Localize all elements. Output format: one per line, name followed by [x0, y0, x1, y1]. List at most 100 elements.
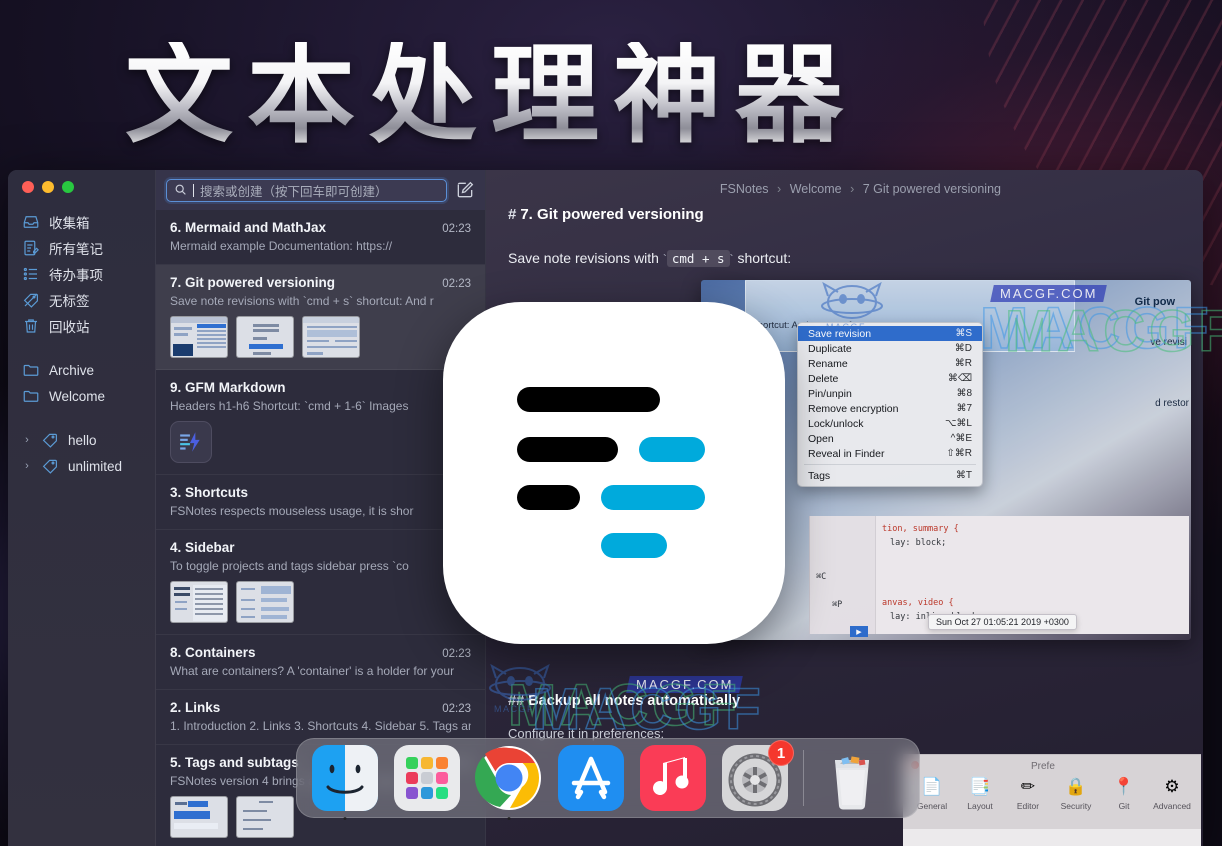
editor-icon: ✏	[1020, 777, 1036, 796]
context-menu[interactable]: Save revision ⌘S Duplicate ⌘D Rename ⌘R …	[797, 322, 983, 487]
dock-separator	[803, 750, 804, 806]
running-indicator	[343, 817, 347, 820]
thumbnail-menu-screenshot[interactable]	[170, 316, 228, 358]
menu-item-delete[interactable]: Delete ⌘⌫	[798, 371, 982, 386]
table-row[interactable]: 7. Git powered versioning 02:23 Save not…	[156, 265, 485, 370]
embedded-restore-label: d restor	[1155, 398, 1189, 409]
tab-label: Editor	[1016, 801, 1040, 811]
sidebar-item-welcome[interactable]: Welcome	[8, 383, 155, 409]
menu-item-label: Reveal in Finder	[808, 447, 885, 460]
disclosure-triangle-open[interactable]: ▶	[850, 626, 868, 637]
note-preview: 1. Introduction 2. Links 3. Shortcuts 4.…	[170, 719, 471, 733]
compose-icon[interactable]	[455, 180, 475, 200]
note-body-suffix: shortcut:	[737, 250, 792, 266]
page-title: 文本处理神器	[125, 33, 858, 158]
menu-item-save-revision[interactable]: Save revision ⌘S	[798, 326, 982, 341]
note-heading-2: ## Backup all notes automatically	[508, 693, 740, 709]
note-header: 7. Git powered versioning 02:23	[170, 275, 471, 290]
window-controls[interactable]	[8, 170, 155, 193]
sidebar-item-all-notes[interactable]: 所有笔记	[8, 235, 155, 261]
note-body-line: Save note revisions with ` cmd + s ` short…	[508, 250, 792, 267]
sidebar-item-label: unlimited	[68, 458, 123, 474]
note-header: 6. Mermaid and MathJax 02:23	[170, 220, 471, 235]
search-placeholder: 搜索或创建（按下回车即可创建）	[200, 183, 388, 199]
thumbnail-tags-sidebar-screenshot[interactable]	[236, 796, 294, 838]
menu-item-reveal-in-finder[interactable]: Reveal in Finder ⇧⌘R	[798, 446, 982, 461]
thumbnail-sidebar-prefs-screenshot[interactable]	[236, 581, 294, 623]
tab-advanced[interactable]: ⚙ Advanced	[1149, 775, 1195, 811]
table-row[interactable]: 2. Links 02:23 1. Introduction 2. Links …	[156, 690, 485, 745]
backtick-close: `	[729, 252, 734, 266]
table-row[interactable]: 3. Shortcuts FSNotes respects mouseless …	[156, 475, 485, 530]
breadcrumb-project[interactable]: Welcome	[790, 182, 842, 196]
note-title: 8. Containers	[170, 645, 256, 660]
tab-layout[interactable]: 📑 Layout	[957, 775, 1003, 811]
sidebar-item-tag-hello[interactable]: › hello	[8, 427, 155, 453]
markdown-hash-2: ##	[508, 693, 525, 709]
chevron-right-icon[interactable]: ›	[22, 460, 32, 472]
note-heading-2-text: Backup all notes automatically	[528, 693, 741, 709]
menu-item-duplicate[interactable]: Duplicate ⌘D	[798, 341, 982, 356]
menu-item-rename[interactable]: Rename ⌘R	[798, 356, 982, 371]
sidebar-item-trash[interactable]: 回收站	[8, 313, 155, 339]
folder-icon	[22, 361, 40, 379]
menu-item-shortcut: ⌘D	[954, 343, 972, 354]
menu-item-remove-encryption[interactable]: Remove encryption ⌘7	[798, 401, 982, 416]
thumbnail-revisions-window-screenshot[interactable]	[302, 316, 360, 358]
menu-item-tags[interactable]: Tags ⌘T	[798, 468, 982, 483]
note-preview: To toggle projects and tags sidebar pres…	[170, 559, 409, 573]
tab-editor[interactable]: ✏ Editor	[1005, 775, 1051, 811]
tag-icon	[41, 457, 59, 475]
tab-git[interactable]: 📍 Git	[1101, 775, 1147, 811]
thumbnail-tags-note-screenshot[interactable]	[170, 796, 228, 838]
preferences-window[interactable]: Prefe 📄 General 📑 Layout ✏ Editor 🔒 Secu…	[903, 754, 1201, 846]
thumbnail-history-menu-screenshot[interactable]	[236, 316, 294, 358]
menu-item-pin-unpin[interactable]: Pin/unpin ⌘8	[798, 386, 982, 401]
menu-item-label: Duplicate	[808, 342, 852, 355]
dock-item-music[interactable]	[639, 744, 707, 812]
breadcrumb-root[interactable]: FSNotes	[720, 182, 769, 196]
note-thumbnails	[170, 316, 471, 358]
note-time: 02:23	[442, 648, 471, 660]
note-thumbnails	[170, 581, 471, 623]
dock-item-trash[interactable]	[818, 744, 886, 812]
sidebar-item-untagged[interactable]: 无标签	[8, 287, 155, 313]
minimize-button[interactable]	[42, 181, 54, 193]
chevron-right-icon[interactable]: ›	[22, 434, 32, 446]
menu-item-label: Tags	[808, 469, 831, 482]
table-row[interactable]: 4. Sidebar To toggle projects and tags s…	[156, 530, 485, 635]
dock-item-app-store[interactable]	[557, 744, 625, 812]
thumbnail-sidebar-menu-screenshot[interactable]	[170, 581, 228, 623]
table-row[interactable]: 8. Containers 02:23 What are containers?…	[156, 635, 485, 690]
inline-code: cmd + s	[666, 250, 730, 267]
thumbnail-markdown-icon[interactable]	[170, 421, 212, 463]
sidebar-item-todo[interactable]: 待办事项	[8, 261, 155, 287]
dock-item-system-preferences[interactable]: 1	[721, 740, 794, 812]
close-button[interactable]	[22, 181, 34, 193]
menu-item-lock-unlock[interactable]: Lock/unlock ⌥⌘L	[798, 416, 982, 431]
zoom-button[interactable]	[62, 181, 74, 193]
sidebar-item-inbox[interactable]: 收集箱	[8, 209, 155, 235]
security-icon: 🔒	[1065, 777, 1087, 796]
table-row[interactable]: 9. GFM Markdown Headers h1-h6 Shortcut: …	[156, 370, 485, 475]
sidebar-item-archive[interactable]: Archive	[8, 357, 155, 383]
sidebar-item-tag-unlimited[interactable]: › unlimited	[8, 453, 155, 479]
menu-item-label: Open	[808, 432, 834, 445]
dock-item-chrome[interactable]	[475, 744, 543, 820]
advanced-icon: ⚙	[1164, 777, 1180, 796]
notes-icon	[22, 239, 40, 257]
search-input[interactable]: 搜索或创建（按下回车即可创建）	[166, 178, 447, 202]
table-row[interactable]: 6. Mermaid and MathJax 02:23 Mermaid exa…	[156, 210, 485, 265]
sidebar-item-label: Welcome	[49, 388, 106, 404]
macgf-domain-watermark: MACGF.COM	[990, 285, 1108, 302]
preferences-title: Prefe	[1031, 761, 1055, 772]
note-header: 3. Shortcuts	[170, 485, 471, 500]
dock-item-finder[interactable]	[311, 744, 379, 820]
note-title: 3. Shortcuts	[170, 485, 249, 500]
tab-security[interactable]: 🔒 Security	[1053, 775, 1099, 811]
menu-item-open[interactable]: Open ^⌘E	[798, 431, 982, 446]
git-icon: 📍	[1113, 777, 1135, 796]
dock-item-launchpad[interactable]	[393, 744, 461, 812]
breadcrumb-note[interactable]: 7 Git powered versioning	[863, 182, 1001, 196]
preferences-body	[903, 829, 1201, 846]
